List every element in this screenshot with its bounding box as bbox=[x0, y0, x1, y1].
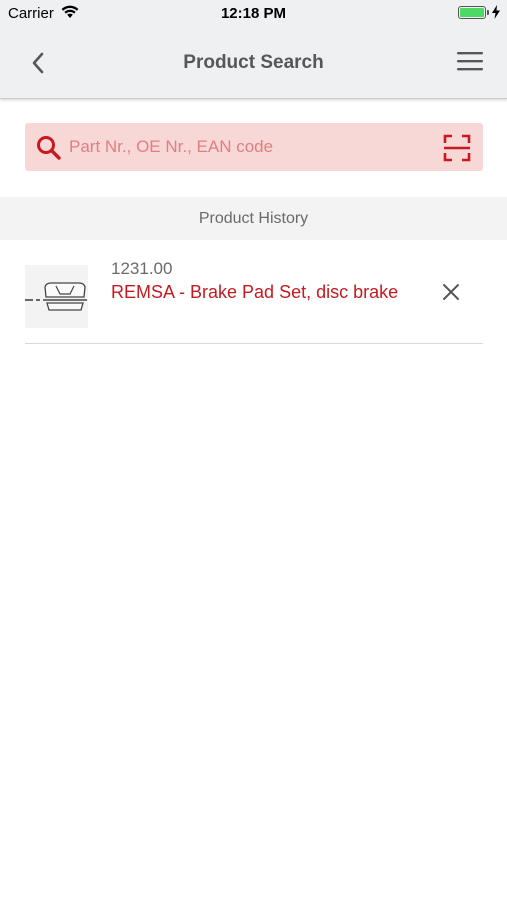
search-icon bbox=[36, 135, 62, 161]
hamburger-menu-icon bbox=[457, 51, 483, 76]
history-list-item[interactable]: 1231.00 REMSA - Brake Pad Set, disc brak… bbox=[25, 250, 483, 344]
remove-item-button[interactable] bbox=[437, 280, 465, 308]
search-input[interactable] bbox=[69, 123, 429, 171]
item-part-number: 1231.00 bbox=[111, 259, 173, 278]
barcode-scan-icon[interactable] bbox=[443, 134, 471, 162]
brake-pad-icon bbox=[25, 265, 88, 328]
battery-icon bbox=[458, 6, 486, 19]
item-title: REMSA - Brake Pad Set, disc brake bbox=[111, 282, 399, 302]
top-bar: Carrier 12:18 PM Product Search bbox=[0, 0, 507, 99]
battery-cap bbox=[487, 10, 489, 15]
product-history-header: Product History bbox=[0, 197, 507, 240]
close-icon bbox=[442, 283, 460, 306]
status-time: 12:18 PM bbox=[220, 5, 287, 22]
status-bar: Carrier 12:18 PM bbox=[0, 0, 507, 28]
page-title: Product Search bbox=[183, 52, 324, 73]
battery-level bbox=[460, 8, 484, 17]
navigation-bar: Product Search bbox=[0, 28, 507, 98]
search-bar bbox=[25, 123, 483, 171]
charging-bolt-icon bbox=[492, 5, 500, 23]
menu-button[interactable] bbox=[452, 48, 488, 78]
